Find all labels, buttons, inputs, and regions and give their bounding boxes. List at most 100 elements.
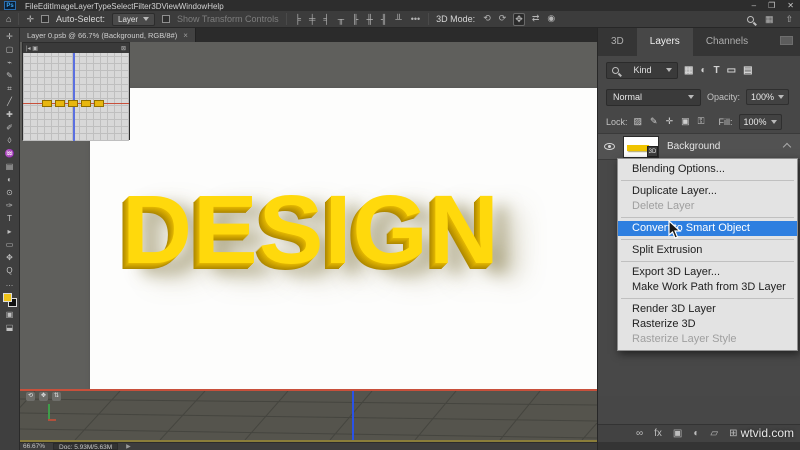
share-icon[interactable]: ⇧: [784, 14, 794, 25]
3d-ground-plane[interactable]: [20, 390, 597, 441]
align-icon[interactable]: ╟: [351, 14, 359, 24]
align-icon[interactable]: ╪: [308, 14, 316, 24]
filter-pixel-layers-icon[interactable]: ▦: [684, 65, 693, 76]
path-select-tool-icon[interactable]: ▸: [7, 225, 11, 238]
layer-row-background[interactable]: 3D Background: [598, 133, 800, 160]
show-transform-checkbox[interactable]: [162, 15, 171, 23]
align-icon[interactable]: ╢: [380, 14, 388, 24]
close-icon[interactable]: ✕: [787, 1, 794, 10]
collapse-panel-icon[interactable]: [780, 36, 793, 45]
panel-tab[interactable]: Channels: [693, 28, 761, 56]
layer-mask-icon[interactable]: ▣: [673, 428, 682, 439]
kind-filter-dropdown[interactable]: Kind: [606, 61, 678, 79]
context-menu-item[interactable]: Blending Options...: [618, 162, 797, 177]
3d-axis-widget[interactable]: [42, 404, 56, 426]
brush-tool-icon[interactable]: ✐: [6, 121, 13, 134]
lock-pixels-icon[interactable]: ✎: [650, 116, 658, 127]
lock-position-icon[interactable]: ✛: [666, 116, 674, 127]
eyedropper-tool-icon[interactable]: ╱: [7, 95, 12, 108]
context-menu-item[interactable]: Delete Layer: [618, 199, 797, 214]
zoom-tool-icon[interactable]: Q: [6, 264, 12, 277]
lock-artboard-icon[interactable]: ▣: [681, 116, 690, 127]
chevron-up-icon[interactable]: [782, 142, 792, 151]
move-tool-icon[interactable]: ✛: [6, 30, 13, 43]
secondary-view-icons[interactable]: |◂ ▣: [26, 45, 38, 52]
quick-mask-icon[interactable]: ▣: [6, 308, 14, 321]
context-menu-item[interactable]: [619, 295, 796, 302]
context-menu-item[interactable]: Export 3D Layer...: [618, 265, 797, 280]
history-brush-tool-icon[interactable]: ♒: [5, 147, 15, 160]
shape-tool-icon[interactable]: ▭: [6, 238, 14, 251]
zoom-level[interactable]: 66.67%: [23, 443, 45, 450]
quick-select-tool-icon[interactable]: ✎: [6, 69, 13, 82]
lock-all-icon[interactable]: ⚿: [698, 116, 705, 127]
secondary-view[interactable]: |◂ ▣ ⊠: [22, 42, 130, 141]
align-icon[interactable]: ╡: [322, 14, 330, 24]
menu-item[interactable]: View: [162, 2, 179, 11]
align-icon[interactable]: ╥: [337, 14, 345, 24]
lock-transparent-icon[interactable]: ▨: [634, 116, 643, 127]
status-arrow-icon[interactable]: ▶: [126, 443, 131, 450]
link-layers-icon[interactable]: ∞: [636, 428, 643, 439]
layer-effects-icon[interactable]: fx: [654, 428, 662, 439]
adjustment-layer-icon[interactable]: ◐: [693, 428, 699, 439]
menu-item[interactable]: Help: [207, 2, 223, 11]
close-tab-icon[interactable]: ×: [183, 31, 188, 40]
hand-tool-icon[interactable]: ✥: [6, 251, 13, 264]
layer-thumbnail[interactable]: 3D: [623, 135, 659, 158]
restore-icon[interactable]: ❐: [768, 1, 775, 10]
context-menu-item[interactable]: Rasterize 3D: [618, 317, 797, 332]
blend-mode-dropdown[interactable]: Normal: [606, 88, 701, 106]
menu-item[interactable]: Image: [52, 2, 74, 11]
minimize-icon[interactable]: –: [752, 1, 756, 10]
screen-mode-icon[interactable]: ⬓: [6, 321, 14, 334]
lasso-tool-icon[interactable]: ⌁: [7, 56, 12, 69]
auto-select-dropdown[interactable]: Layer: [112, 12, 156, 26]
menu-item[interactable]: File: [25, 2, 38, 11]
filter-type-layers-icon[interactable]: T: [714, 65, 720, 76]
context-menu-item[interactable]: Split Extrusion: [618, 243, 797, 258]
context-menu-item[interactable]: Convert to Smart Object: [618, 221, 797, 236]
camera-nav-icon[interactable]: ⇅: [52, 392, 61, 401]
gradient-tool-icon[interactable]: ◐: [7, 173, 12, 186]
healing-tool-icon[interactable]: ✚: [6, 108, 13, 121]
opacity-value[interactable]: 100%: [746, 89, 790, 105]
filter-shape-layers-icon[interactable]: ▭: [727, 65, 736, 76]
layer-visibility-eye-icon[interactable]: [604, 143, 615, 150]
menu-item[interactable]: Window: [179, 2, 207, 11]
menu-item[interactable]: Filter: [134, 2, 152, 11]
pen-tool-icon[interactable]: ✑: [6, 199, 13, 212]
menu-item[interactable]: Select: [111, 2, 133, 11]
orbit-3d-icon[interactable]: ⟲: [482, 13, 492, 26]
new-layer-icon[interactable]: ⊞: [729, 428, 737, 439]
align-icon[interactable]: ╨: [394, 14, 402, 24]
type-tool-icon[interactable]: T: [7, 212, 12, 225]
context-menu-item[interactable]: [619, 258, 796, 265]
menu-item[interactable]: Type: [94, 2, 111, 11]
color-swatches[interactable]: [2, 292, 18, 308]
filter-adjustment-layers-icon[interactable]: ◐: [700, 65, 706, 76]
align-icon[interactable]: ╫: [366, 14, 374, 24]
camera-nav-icon[interactable]: ⟲: [26, 392, 35, 401]
more-options-icon[interactable]: •••: [410, 14, 421, 24]
context-menu-item[interactable]: [619, 236, 796, 243]
secondary-view-close-icon[interactable]: ⊠: [121, 45, 126, 52]
context-menu-item[interactable]: Make Work Path from 3D Layer: [618, 280, 797, 295]
eraser-tool-icon[interactable]: ▤: [6, 160, 14, 173]
dodge-tool-icon[interactable]: ⊙: [6, 186, 13, 199]
menu-item[interactable]: Edit: [38, 2, 52, 11]
marquee-tool-icon[interactable]: ▢: [6, 43, 14, 56]
crop-tool-icon[interactable]: ⌗: [7, 82, 12, 95]
auto-select-checkbox[interactable]: [40, 15, 49, 23]
workspace-icon[interactable]: ▦: [764, 14, 775, 25]
fill-value[interactable]: 100%: [738, 113, 782, 130]
camera-nav-icon[interactable]: ✥: [39, 392, 48, 401]
context-menu-item[interactable]: Render 3D Layer: [618, 302, 797, 317]
foreground-color-swatch[interactable]: [2, 293, 12, 302]
canvas-area[interactable]: DESIGN |◂ ▣ ⊠ ⟲ ✥ ⇅ 66.67% Doc: 5.93M/5.…: [20, 42, 597, 450]
document-canvas[interactable]: DESIGN: [90, 88, 597, 390]
panel-tab[interactable]: Layers: [636, 28, 693, 56]
more-tools-icon[interactable]: …: [6, 277, 14, 290]
zoom-3d-icon[interactable]: ◉: [546, 13, 556, 26]
stamp-tool-icon[interactable]: ◊: [8, 134, 12, 147]
